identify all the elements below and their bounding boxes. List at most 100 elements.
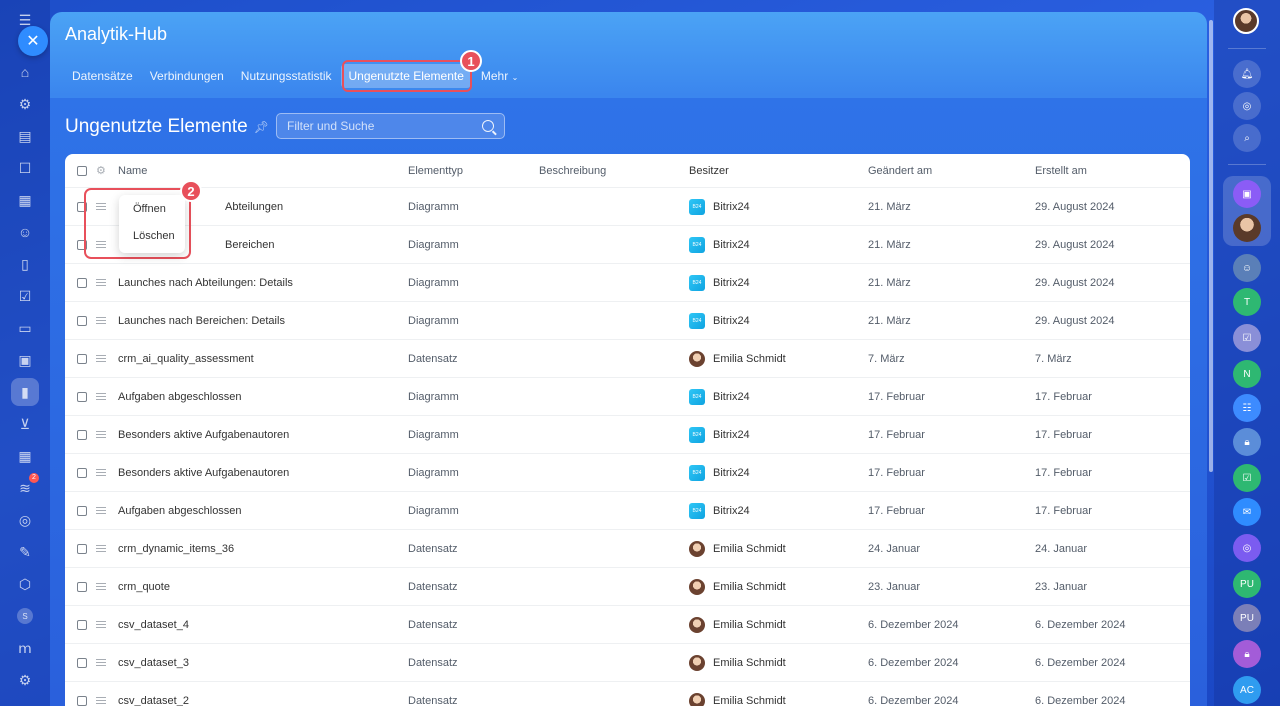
tab-datasets[interactable]: Datensätze <box>65 64 140 88</box>
row-checkbox[interactable] <box>77 619 87 630</box>
header-created[interactable]: Erstellt am <box>1035 165 1087 177</box>
table-row[interactable]: Besonders aktive Aufgabenautoren Diagram… <box>65 454 1190 492</box>
drag-handle-icon[interactable] <box>96 355 106 362</box>
market-icon[interactable]: ⅿ <box>13 636 37 660</box>
row-name[interactable]: Launches nach Bereichen: Details <box>118 315 285 327</box>
copilot-icon[interactable]: ◎ <box>1233 92 1261 120</box>
drag-handle-icon[interactable] <box>96 469 106 476</box>
row-name[interactable]: csv_dataset_2 <box>118 695 189 706</box>
row-name[interactable]: crm_dynamic_items_36 <box>118 543 234 555</box>
status-avatar[interactable]: S <box>17 608 33 624</box>
drag-handle-icon[interactable] <box>96 507 106 514</box>
settings-icon[interactable]: ⚙ <box>13 668 37 692</box>
drag-handle-icon[interactable] <box>96 393 106 400</box>
tasks-chat-icon-2[interactable]: ☑ <box>1233 464 1261 492</box>
row-checkbox[interactable] <box>77 277 87 288</box>
row-name[interactable]: csv_dataset_3 <box>118 657 189 669</box>
table-row[interactable]: Besonders aktive Aufgabenautoren Diagram… <box>65 416 1190 454</box>
menu-item-delete[interactable]: Löschen <box>133 230 175 242</box>
select-all-checkbox[interactable] <box>77 165 87 176</box>
contacts-icon[interactable]: ☺ <box>13 220 37 244</box>
table-row[interactable]: crm_quote Datensatz Emilia Schmidt 23. J… <box>65 568 1190 606</box>
search-input[interactable] <box>287 119 482 133</box>
marketing-icon[interactable]: ≋ 2 <box>13 473 39 500</box>
drag-handle-icon[interactable] <box>96 431 106 438</box>
row-checkbox[interactable] <box>77 657 87 668</box>
chat-avatar-pu-2[interactable]: PU <box>1233 604 1261 632</box>
drag-handle-icon[interactable] <box>96 583 106 590</box>
shop-icon[interactable]: ⊻ <box>13 412 37 436</box>
copilot-chat-icon[interactable]: ◎ <box>1233 534 1261 562</box>
booking-icon[interactable]: ▦ <box>13 444 37 468</box>
search-icon[interactable] <box>482 120 494 132</box>
sign-icon[interactable]: ✎ <box>13 540 37 564</box>
drag-handle-icon[interactable] <box>96 697 106 704</box>
row-name[interactable]: Bereichen <box>225 239 275 251</box>
close-slider-button[interactable]: ✕ <box>18 26 48 56</box>
gear-icon[interactable]: ⚙ <box>96 164 106 177</box>
table-row[interactable]: Aufgaben abgeschlossen Diagramm B24 Bitri… <box>65 492 1190 530</box>
user-avatar[interactable] <box>1233 8 1259 34</box>
table-row[interactable]: crm_ai_quality_assessment Datensatz Emil… <box>65 340 1190 378</box>
row-checkbox[interactable] <box>77 467 87 478</box>
tab-connections[interactable]: Verbindungen <box>143 64 231 88</box>
goals-icon[interactable]: ◎ <box>13 508 37 532</box>
team-chat-icon[interactable]: ☷ <box>1233 394 1261 422</box>
row-checkbox[interactable] <box>77 315 87 326</box>
table-row[interactable]: csv_dataset_3 Datensatz Emilia Schmidt 6… <box>65 644 1190 682</box>
header-owner[interactable]: Besitzer <box>689 165 729 177</box>
tasks-chat-icon[interactable]: ☑ <box>1233 324 1261 352</box>
drag-handle-icon[interactable] <box>96 621 106 628</box>
row-name[interactable]: crm_quote <box>118 581 170 593</box>
chat-item-icon[interactable]: ▣ <box>1233 180 1261 208</box>
row-name[interactable]: Aufgaben abgeschlossen <box>118 391 242 403</box>
table-row[interactable]: csv_dataset_4 Datensatz Emilia Schmidt 6… <box>65 606 1190 644</box>
search-chats-icon[interactable]: ⌕ <box>1233 124 1261 152</box>
chat-icon[interactable]: ☐ <box>13 156 37 180</box>
header-description[interactable]: Beschreibung <box>539 165 606 177</box>
tasks-icon[interactable]: ☑ <box>13 284 37 308</box>
table-row[interactable]: Bereichen Diagramm B24 Bitrix24 21. März … <box>65 226 1190 264</box>
sites-icon[interactable]: ▣ <box>13 348 37 372</box>
row-checkbox[interactable] <box>77 353 87 364</box>
crm-icon[interactable]: ▭ <box>13 316 37 340</box>
chat-avatar-n[interactable]: N <box>1233 360 1261 388</box>
message-chat-icon[interactable]: ✉ <box>1233 498 1261 526</box>
tab-more[interactable]: Mehr ⌄ <box>474 64 525 88</box>
feed-icon[interactable]: ▤ <box>13 124 37 148</box>
table-row[interactable]: Launches nach Abteilungen: Details Diagr… <box>65 264 1190 302</box>
home-icon[interactable]: ⌂ <box>13 60 37 84</box>
header-type[interactable]: Elementtyp <box>408 165 463 177</box>
calendar-icon[interactable]: ▦ <box>13 188 37 212</box>
table-row[interactable]: Abteilungen Diagramm B24 Bitrix24 21. Mär… <box>65 188 1190 226</box>
chat-avatar-pu[interactable]: PU <box>1233 570 1261 598</box>
tab-usage-stats[interactable]: Nutzungsstatistik <box>234 64 339 88</box>
row-checkbox[interactable] <box>77 429 87 440</box>
row-name[interactable]: csv_dataset_4 <box>118 619 189 631</box>
lock-chat-icon[interactable]: 🔒︎ <box>1233 428 1261 456</box>
chat-avatar-t[interactable]: T <box>1233 288 1261 316</box>
pin-icon[interactable]: 📌︎ <box>254 120 269 134</box>
analytics-icon[interactable]: ▮ <box>11 378 39 406</box>
bell-icon[interactable]: 🔔︎ <box>1233 60 1261 88</box>
row-name[interactable]: Besonders aktive Aufgabenautoren <box>118 467 289 479</box>
row-checkbox[interactable] <box>77 695 87 706</box>
search-box[interactable] <box>276 113 505 139</box>
lock-chat-icon-2[interactable]: 🔒︎ <box>1233 640 1261 668</box>
drag-handle-icon[interactable] <box>96 545 106 552</box>
menu-item-open[interactable]: Öffnen <box>133 203 166 215</box>
documents-icon[interactable]: ▯ <box>13 252 37 276</box>
table-row[interactable]: Aufgaben abgeschlossen Diagramm B24 Bitri… <box>65 378 1190 416</box>
row-name[interactable]: Besonders aktive Aufgabenautoren <box>118 429 289 441</box>
table-row[interactable]: Launches nach Bereichen: Details Diagram… <box>65 302 1190 340</box>
row-name[interactable]: Aufgaben abgeschlossen <box>118 505 242 517</box>
row-checkbox[interactable] <box>77 505 87 516</box>
row-checkbox[interactable] <box>77 543 87 554</box>
scrollbar[interactable] <box>1209 20 1213 472</box>
row-checkbox[interactable] <box>77 391 87 402</box>
drag-handle-icon[interactable] <box>96 317 106 324</box>
table-row[interactable]: csv_dataset_2 Datensatz Emilia Schmidt 6… <box>65 682 1190 706</box>
row-name[interactable]: Abteilungen <box>225 201 283 213</box>
group-avatar[interactable]: ☺ <box>1233 254 1261 282</box>
security-icon[interactable]: ⬡ <box>13 572 37 596</box>
